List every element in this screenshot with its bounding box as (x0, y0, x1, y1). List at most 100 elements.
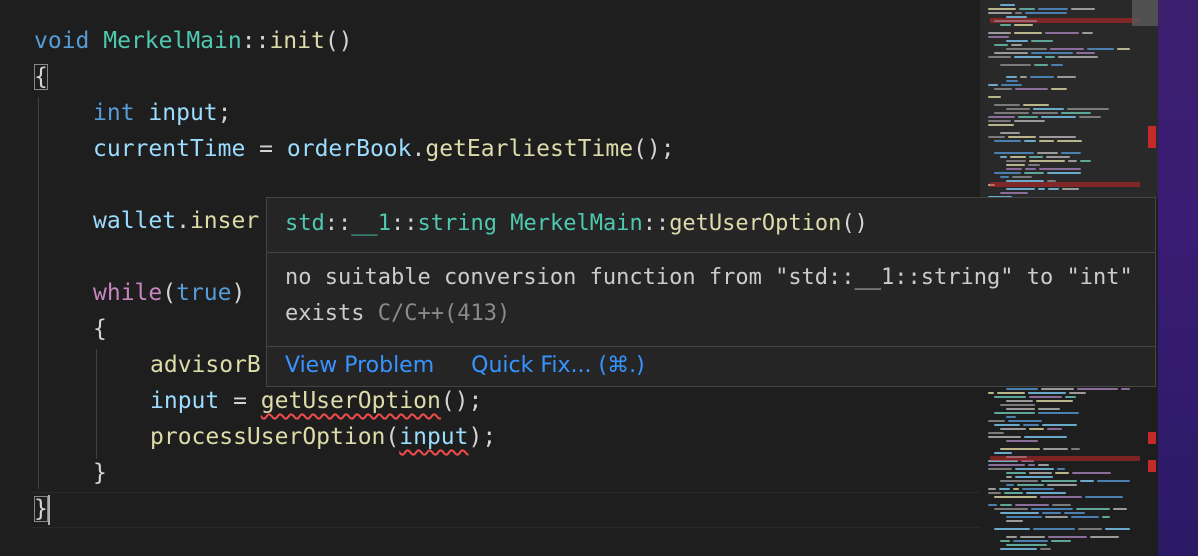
minimap-code-line (1071, 516, 1099, 518)
minimap-code-line (994, 508, 1028, 510)
minimap-code-line (1039, 136, 1076, 138)
code-line-7[interactable]: { (93, 311, 107, 347)
minimap-code-line (994, 396, 1026, 398)
code-line-5[interactable]: wallet.inser (93, 203, 259, 239)
assign-operator: = (245, 136, 287, 162)
minimap-code-line (1000, 548, 1037, 550)
code-line-10[interactable]: processUserOption(input); (150, 419, 496, 455)
minimap-code-line (1045, 32, 1079, 34)
code-line-1[interactable]: void MerkelMain::init() (34, 23, 353, 59)
minimap-code-line (1055, 472, 1069, 474)
scope-operator: :: (241, 28, 270, 54)
minimap-code-line (1006, 48, 1047, 50)
scrollbar-error-marker (1148, 460, 1156, 472)
minimap-code-line (1058, 56, 1098, 58)
function-processuseroption: processUserOption (150, 424, 386, 450)
minimap-code-line (1030, 76, 1054, 78)
minimap-code-line (1014, 56, 1042, 58)
minimap-code-line (1121, 388, 1130, 390)
dot-operator: . (176, 208, 190, 234)
minimap-code-line (1039, 140, 1054, 142)
minimap-code-line (1051, 540, 1071, 542)
minimap-code-line (1067, 108, 1109, 110)
minimap-code-line (1006, 408, 1035, 410)
minimap-error-highlight (990, 18, 1140, 23)
minimap-code-line (988, 12, 1012, 14)
minimap-code-line (1006, 164, 1025, 166)
view-problem-link[interactable]: View Problem (285, 353, 434, 378)
minimap-code-line (1025, 12, 1067, 14)
function-insert-partial: inser (189, 208, 260, 234)
hover-divider (267, 252, 1155, 253)
minimap-code-line (994, 152, 1034, 154)
variable-wallet: wallet (93, 208, 177, 234)
minimap-code-line (988, 392, 994, 394)
minimap-code-line (1045, 56, 1055, 58)
minimap-code-line (1000, 448, 1040, 450)
code-line-8[interactable]: advisorB (150, 347, 261, 383)
hover-divider (267, 346, 1155, 347)
minimap-code-line (988, 84, 998, 86)
dot-operator: . (411, 136, 426, 162)
minimap-code-line (1090, 536, 1119, 538)
minimap-code-line (1047, 172, 1081, 174)
minimap-code-line (1087, 48, 1114, 50)
minimap-code-line (1011, 44, 1022, 46)
variable-input: input (150, 388, 220, 414)
scrollbar-thumb[interactable] (1132, 0, 1158, 26)
minimap-code-line (1006, 520, 1023, 522)
function-advisorbot-partial: advisorB (150, 352, 261, 378)
minimap-code-line (1023, 104, 1049, 106)
minimap-code-line (1050, 48, 1084, 50)
minimap-code-line (1033, 108, 1064, 110)
minimap-code-line (1113, 508, 1127, 510)
minimap-code-line (994, 528, 1030, 530)
minimap-error-highlight (990, 456, 1140, 461)
minimap-code-line (1085, 496, 1123, 498)
variable-orderbook: orderBook (286, 136, 412, 162)
minimap-code-line (1023, 424, 1039, 426)
minimap-code-line (1029, 428, 1044, 430)
minimap-code-line (1061, 152, 1081, 154)
code-line-11[interactable]: } (93, 455, 107, 491)
minimap-code-line (1010, 156, 1026, 158)
minimap-code-line (988, 116, 1015, 118)
code-line-12[interactable]: } (34, 491, 48, 527)
minimap-code-line (1001, 84, 1022, 86)
minimap-code-line (999, 488, 1010, 490)
minimap-code-line (1015, 468, 1054, 470)
minimap-code-line (1041, 480, 1077, 482)
minimap-code-line (1076, 508, 1110, 510)
minimap-code-line (1029, 156, 1043, 158)
minimap-code-line (1006, 440, 1038, 442)
desktop-background-edge (1158, 0, 1198, 556)
argument-input-error[interactable]: input (399, 424, 468, 450)
minimap-code-line (1006, 160, 1026, 162)
minimap-code-line (1008, 136, 1036, 138)
minimap-code-line (1006, 76, 1017, 78)
minimap-code-line (1015, 88, 1048, 90)
minimap-code-line (1004, 492, 1023, 494)
minimap-code-line (1071, 8, 1095, 10)
code-line-3[interactable]: int input; (93, 95, 232, 131)
code-line-6[interactable]: while(true) (93, 275, 245, 311)
minimap-code-line (1000, 540, 1010, 542)
open-brace: { (93, 316, 107, 342)
error-hover-popup[interactable]: std::__1::string MerkelMain::getUserOpti… (266, 197, 1156, 387)
current-line-highlight (32, 492, 980, 528)
minimap-code-line (1024, 436, 1067, 438)
class-name: MerkelMain (510, 211, 643, 236)
code-line-4[interactable]: currentTime = orderBook.getEarliestTime(… (93, 131, 675, 167)
minimap-code-line (1015, 504, 1049, 506)
minimap-code-line (1034, 64, 1048, 66)
function-name: getUserOption (669, 211, 842, 236)
minimap-code-line (1105, 528, 1130, 530)
minimap-code-line (1029, 396, 1062, 398)
quick-fix-link[interactable]: Quick Fix... (⌘.) (471, 353, 645, 378)
minimap-code-line (994, 44, 1008, 46)
code-line-2[interactable]: { (34, 59, 48, 95)
function-getuseroption-error[interactable]: getUserOption (261, 388, 441, 414)
code-line-9[interactable]: input = getUserOption(); (150, 383, 482, 419)
assign-operator: = (219, 388, 261, 414)
minimap-code-line (1006, 188, 1035, 190)
